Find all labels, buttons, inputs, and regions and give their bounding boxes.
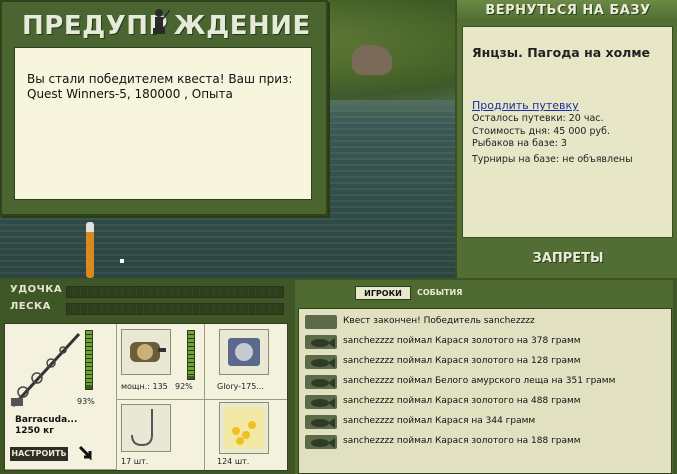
hook-count: 17 шт. <box>121 457 149 466</box>
event-entry: Квест закончен! Победитель sanchezzzz <box>299 313 669 331</box>
tab-events[interactable]: СОБЫТИЯ <box>417 286 462 300</box>
event-entry: sanchezzzz поймал Карася золотого на 188… <box>299 433 669 451</box>
arrow-down-right-icon[interactable] <box>78 445 94 463</box>
back-to-base-button[interactable]: ВЕРНУТЬСЯ НА БАЗУ <box>457 0 677 22</box>
hook-image <box>121 404 171 452</box>
bait-slot[interactable]: 124 шт. <box>205 400 287 470</box>
fish-icon <box>305 355 337 369</box>
event-log: Квест закончен! Победитель sanchezzzz san… <box>298 308 672 474</box>
pagoda-rock <box>352 45 392 75</box>
reel-icon <box>130 342 166 362</box>
time-left: Осталось путевки: 20 час. <box>472 113 604 124</box>
event-text: sanchezzzz поймал Карася на 344 грамм <box>343 416 536 426</box>
event-text: sanchezzzz поймал Карася золотого на 188… <box>343 436 581 446</box>
reel-power: мощн.: 135 <box>121 382 168 391</box>
line-gauge-bar <box>66 303 284 315</box>
event-text: sanchezzzz поймал Белого амурского леща … <box>343 376 616 386</box>
bait-icon <box>224 407 264 449</box>
cast-marker <box>120 259 124 263</box>
rod-weight: 1250 кг <box>15 426 54 436</box>
fish-icon <box>305 395 337 409</box>
line-gauge: ЛЕСКА <box>0 300 291 316</box>
fishers-count: Рыбаков на базе: 3 <box>472 138 567 149</box>
event-entry: sanchezzzz поймал Карася золотого на 128… <box>299 353 669 371</box>
rod-condition-fill <box>86 331 92 386</box>
reel-condition-fill <box>188 331 194 376</box>
fish-icon <box>305 435 337 449</box>
fisherman-icon <box>153 9 170 34</box>
fishing-float-icon <box>86 222 94 278</box>
fish-icon <box>305 415 337 429</box>
rod-gauge-label: УДОЧКА <box>10 284 63 295</box>
extend-permit-link[interactable]: Продлить путевку <box>472 99 579 112</box>
base-panel: ВЕРНУТЬСЯ НА БАЗУ Янцзы. Пагода на холме… <box>455 0 677 278</box>
tackle-panel: 93% Barracuda... 1250 кг НАСТРОИТЬ мощн.… <box>4 323 288 471</box>
rod-name-line: Barracuda... <box>15 415 78 425</box>
reel-condition-meter <box>187 330 195 380</box>
fish-icon <box>305 315 337 329</box>
warning-message-line: Вы стали победителем квеста! Ваш приз: <box>27 72 293 86</box>
event-entry: sanchezzzz поймал Белого амурского леща … <box>299 373 669 391</box>
setup-button[interactable]: НАСТРОИТЬ <box>10 447 68 461</box>
tab-players[interactable]: ИГРОКИ <box>355 286 411 300</box>
rod-condition: 93% <box>77 397 95 406</box>
fish-icon <box>305 335 337 349</box>
bans-button[interactable]: ЗАПРЕТЫ <box>457 248 677 270</box>
fish-icon <box>305 375 337 389</box>
rod-name: Barracuda... 1250 кг <box>15 415 77 437</box>
base-info: Янцзы. Пагода на холме Продлить путевку … <box>462 26 673 238</box>
day-cost: Стоимость дня: 45 000 руб. <box>472 125 611 137</box>
tournaments-status: Турниры на базе: не объявлены <box>472 153 633 165</box>
bait-image <box>219 402 269 454</box>
line-gauge-label: ЛЕСКА <box>10 301 51 312</box>
line-name: Glory-175... <box>217 382 264 391</box>
event-entry: sanchezzzz поймал Карася золотого на 378… <box>299 333 669 351</box>
bait-count: 124 шт. <box>217 457 250 466</box>
tension-gauges: УДОЧКА ЛЕСКА <box>0 280 291 320</box>
warning-message-line: Quest Winners-5, 180000 , Опыта <box>27 87 233 101</box>
hook-icon <box>131 409 153 447</box>
event-entry: sanchezzzz поймал Карася золотого на 488… <box>299 393 669 411</box>
line-spool-image <box>219 329 269 375</box>
line-slot[interactable]: Glory-175... <box>205 324 287 400</box>
rod-gauge-bar <box>66 286 284 298</box>
rod-condition-meter <box>85 330 93 390</box>
warning-dialog: ПРЕДУПР ЖДЕНИЕ Вы стали победителем квес… <box>0 0 328 216</box>
chat-panel: ИГРОКИ СОБЫТИЯ Квест закончен! Победител… <box>295 280 673 474</box>
reel-condition: 92% <box>175 382 193 391</box>
hook-slot[interactable]: 17 шт. <box>117 400 205 470</box>
warning-message: Вы стали победителем квеста! Ваш приз: Q… <box>14 47 312 200</box>
rod-slot[interactable]: 93% Barracuda... 1250 кг НАСТРОИТЬ <box>5 324 117 470</box>
base-name: Янцзы. Пагода на холме <box>472 45 651 60</box>
line-spool-icon <box>228 338 260 366</box>
rod-gauge: УДОЧКА <box>0 283 291 299</box>
reel-image <box>121 329 171 375</box>
event-entry: sanchezzzz поймал Карася на 344 грамм <box>299 413 669 431</box>
reel-slot[interactable]: мощн.: 135 92% <box>117 324 205 400</box>
event-text: sanchezzzz поймал Карася золотого на 378… <box>343 336 581 346</box>
event-text: sanchezzzz поймал Карася золотого на 128… <box>343 356 581 366</box>
event-text: Квест закончен! Победитель sanchezzzz <box>343 316 535 326</box>
event-text: sanchezzzz поймал Карася золотого на 488… <box>343 396 581 406</box>
fishing-rod-icon <box>11 332 81 408</box>
